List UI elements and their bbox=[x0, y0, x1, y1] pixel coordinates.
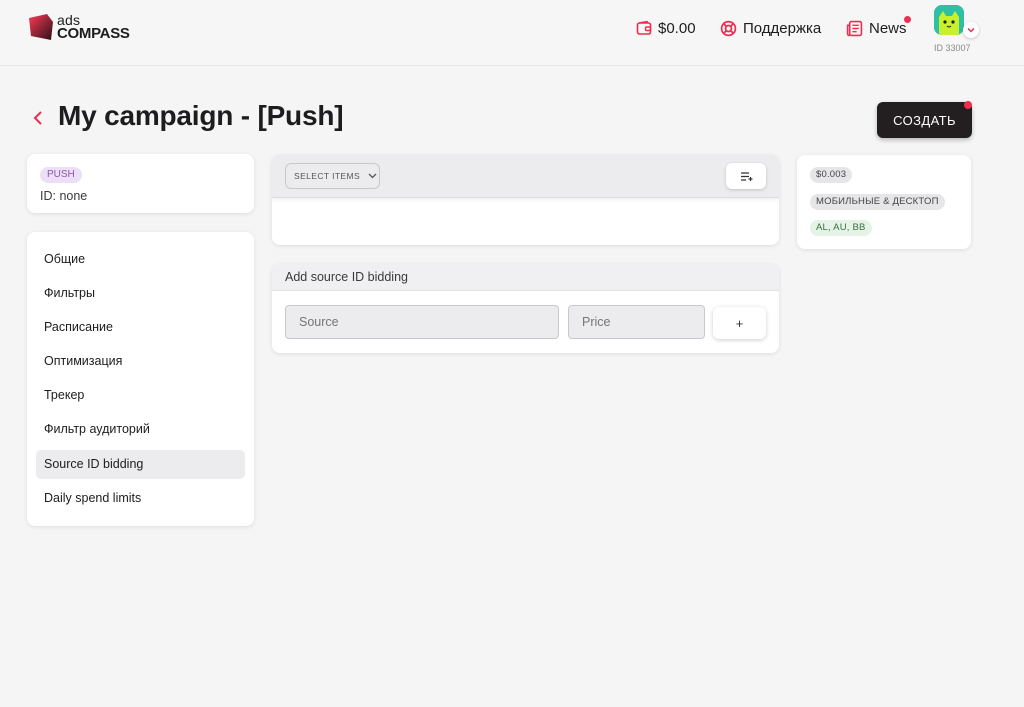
price-chip: $0.003 bbox=[810, 167, 853, 183]
create-button[interactable]: СОЗДАТЬ bbox=[877, 102, 972, 138]
back-arrow-icon[interactable] bbox=[30, 109, 46, 127]
user-id: ID 33007 bbox=[934, 43, 971, 53]
avatar bbox=[934, 5, 964, 35]
source-bidding-card: Add source ID bidding + bbox=[272, 264, 779, 353]
page-title: My campaign - [Push] bbox=[58, 100, 344, 131]
geo-chip: AL, AU, BB bbox=[810, 220, 872, 236]
create-notification-dot bbox=[964, 101, 972, 109]
menu-item-daily-spend-limits[interactable]: Daily spend limits bbox=[36, 484, 245, 513]
menu-item-audience-filter[interactable]: Фильтр аудиторий bbox=[36, 415, 245, 444]
logo-mark-icon bbox=[29, 14, 53, 40]
device-chip: МОБИЛЬНЫЕ & ДЕСКТОП bbox=[810, 194, 945, 210]
menu-item-tracker[interactable]: Трекер bbox=[36, 381, 245, 410]
chevron-down-icon bbox=[967, 27, 975, 33]
support-link[interactable]: Поддержка bbox=[720, 17, 821, 39]
select-items-dropdown[interactable]: SELECT ITEMS bbox=[285, 163, 380, 189]
add-bid-button[interactable]: + bbox=[713, 307, 766, 339]
source-input[interactable] bbox=[285, 305, 559, 339]
campaign-summary-card: $0.003 МОБИЛЬНЫЕ & ДЕСКТОП AL, AU, BB bbox=[797, 155, 971, 249]
menu-item-optimization[interactable]: Оптимизация bbox=[36, 347, 245, 376]
cat-avatar-icon bbox=[934, 5, 964, 35]
top-header: ads COMPASS $0.00 Поддержка News ID 3300… bbox=[0, 0, 1024, 66]
wallet-icon bbox=[636, 20, 652, 35]
campaign-id: ID: none bbox=[40, 189, 88, 203]
menu-item-general[interactable]: Общие bbox=[36, 245, 245, 274]
campaign-type-badge: PUSH bbox=[40, 167, 82, 183]
balance-link[interactable]: $0.00 bbox=[636, 17, 696, 39]
select-items-label: SELECT ITEMS bbox=[294, 171, 361, 181]
news-notification-dot bbox=[904, 16, 911, 23]
logo-text-bottom: COMPASS bbox=[57, 25, 130, 42]
support-label: Поддержка bbox=[743, 19, 822, 37]
list-toolbar: SELECT ITEMS bbox=[272, 155, 779, 198]
user-menu-chevron[interactable] bbox=[963, 22, 979, 38]
price-input[interactable] bbox=[568, 305, 705, 339]
news-label: News bbox=[869, 19, 907, 37]
settings-menu: Общие Фильтры Расписание Оптимизация Тре… bbox=[27, 232, 254, 526]
newspaper-icon bbox=[846, 20, 863, 36]
balance-value: $0.00 bbox=[658, 19, 696, 37]
news-link[interactable]: News bbox=[846, 16, 911, 39]
source-list-card: SELECT ITEMS bbox=[272, 155, 779, 245]
bidding-card-title: Add source ID bidding bbox=[272, 264, 779, 291]
campaign-info-card: PUSH ID: none bbox=[27, 154, 254, 213]
menu-item-source-id-bidding[interactable]: Source ID bidding bbox=[36, 450, 245, 479]
lifebuoy-icon bbox=[720, 20, 737, 36]
filter-list-icon bbox=[740, 171, 752, 181]
menu-item-filters[interactable]: Фильтры bbox=[36, 279, 245, 308]
chevron-down-icon bbox=[368, 173, 377, 179]
menu-item-schedule[interactable]: Расписание bbox=[36, 313, 245, 342]
filter-button[interactable] bbox=[726, 163, 766, 189]
adscompass-logo[interactable]: ads COMPASS bbox=[27, 12, 130, 42]
